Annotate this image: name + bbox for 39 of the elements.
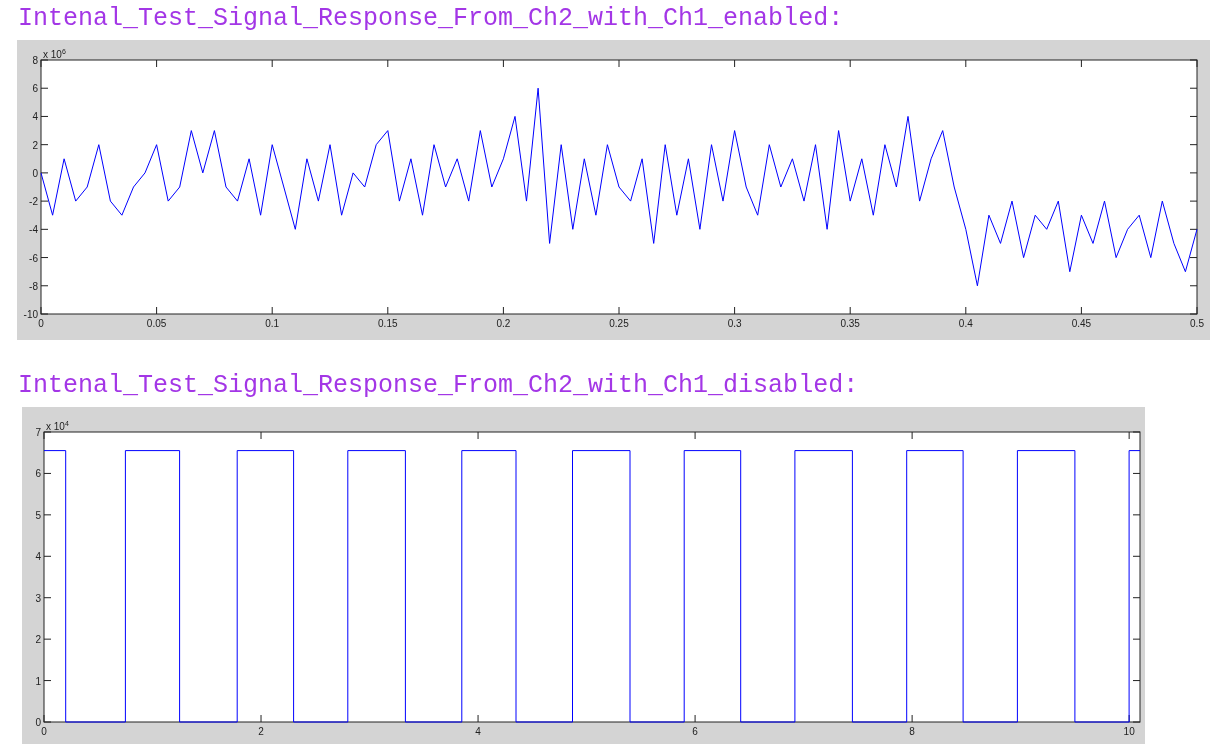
tick-label: 0.5 [1190, 318, 1204, 329]
tick-label: -6 [29, 252, 38, 264]
tick-label: 0 [32, 167, 38, 179]
tick-label: 2 [258, 726, 264, 737]
tick-label: 0.2 [496, 318, 511, 329]
tick-label: 0.35 [840, 318, 860, 329]
tick-label: 6 [35, 468, 41, 480]
tick-label: 0.15 [378, 318, 398, 329]
section-title: Intenal_Test_Signal_Response_From_Ch2_with_Ch1_enabled: [18, 3, 844, 35]
tick-label: 6 [32, 83, 38, 95]
tick-label: 0 [35, 717, 41, 728]
axis-exponent: x 10$^{6}$ [43, 47, 66, 62]
tick-label: 8 [32, 55, 38, 66]
tick-label: -8 [29, 280, 38, 292]
tick-label: 0.45 [1071, 318, 1092, 329]
tick-label: 2 [32, 139, 38, 151]
tick-label: 0.4 [958, 318, 973, 329]
tick-label: -2 [29, 196, 38, 208]
tick-label: 7 [35, 427, 41, 438]
tick-label: 0 [38, 318, 44, 329]
tick-label: 6 [692, 726, 698, 737]
axis-exponent: x 10$^{4}$ [46, 419, 69, 434]
section-title: Intenal_Test_Signal_Response_From_Ch2_with_Ch1_disabled: [18, 370, 859, 402]
tick-label: 4 [35, 551, 41, 563]
tick-label: 10 [1123, 726, 1135, 737]
tick-label: 4 [475, 726, 481, 737]
tick-label: -4 [29, 224, 38, 236]
tick-label: 3 [35, 592, 41, 604]
tick-label: 0.05 [146, 318, 167, 329]
tick-label: 0.3 [727, 318, 742, 329]
tick-label: 0.25 [609, 318, 629, 329]
tick-label: 5 [35, 509, 41, 521]
tick-label: 0 [41, 726, 47, 737]
tick-label: 1 [35, 675, 41, 687]
tick-label: 2 [35, 634, 41, 646]
tick-label: 8 [909, 726, 915, 737]
tick-label: 4 [32, 111, 38, 123]
tick-label: 0.1 [265, 318, 280, 329]
tick-label: -10 [23, 309, 38, 320]
